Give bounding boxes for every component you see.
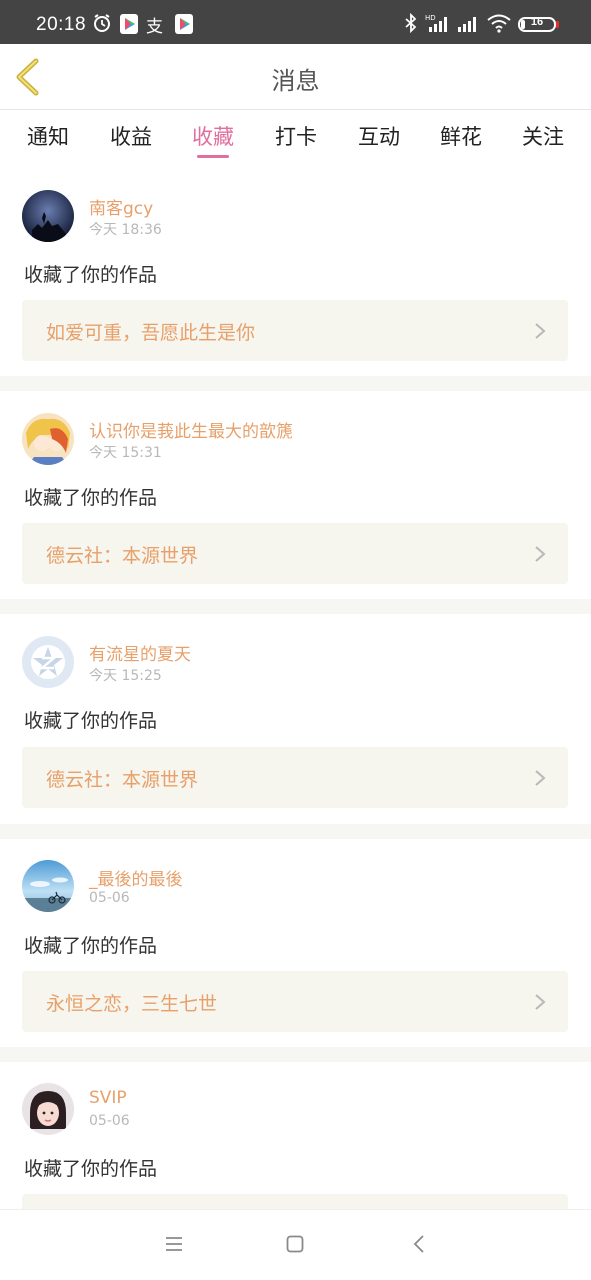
tab-follow[interactable]: 关注: [513, 121, 573, 151]
tab-earnings[interactable]: 收益: [101, 121, 161, 151]
page-title: 消息: [271, 67, 320, 95]
avatar[interactable]: [22, 636, 74, 688]
alarm-icon: [94, 14, 110, 32]
zhifubao-icon: 支: [146, 17, 163, 37]
signal-icon: [458, 17, 476, 32]
play-store-icon: [120, 14, 138, 34]
hd-signal-icon: HD: [425, 14, 447, 32]
play-store-icon: [175, 14, 193, 34]
status-time: 20:18: [36, 14, 87, 35]
tab-checkin[interactable]: 打卡: [266, 121, 326, 151]
username[interactable]: _最後的最後: [89, 865, 183, 890]
work-link[interactable]: 德云社：本源世界: [22, 747, 568, 808]
timestamp: 05-06: [89, 1113, 130, 1129]
message-card: 认识你是莪此生最大的歆篪 今天 15:31 收藏了你的作品 德云社：本源世界: [0, 391, 591, 599]
timestamp: 今天 18:36: [89, 222, 162, 238]
work-title: 德云社：本源世界: [46, 545, 199, 567]
action-text: 收藏了你的作品: [24, 710, 158, 732]
tab-bar: 通知 收益 收藏 打卡 互动 鲜花 关注: [0, 110, 591, 168]
avatar[interactable]: [22, 860, 74, 912]
status-bar: 20:18 支 HD 16: [0, 0, 591, 44]
action-text: 收藏了你的作品: [24, 1158, 158, 1180]
chevron-right-icon: [535, 546, 546, 562]
active-tab-indicator: [197, 155, 229, 158]
action-text: 收藏了你的作品: [24, 264, 158, 286]
bluetooth-icon: [405, 13, 417, 33]
message-card: 南客gcy 今天 18:36 收藏了你的作品 如爱可重，吾愿此生是你: [0, 168, 591, 376]
username[interactable]: 南客gcy: [89, 194, 153, 219]
timestamp: 今天 15:31: [89, 445, 162, 461]
work-title: 永恒之恋，三生七世: [46, 993, 218, 1015]
system-nav-bar: [0, 1209, 591, 1280]
wifi-icon: [487, 14, 511, 33]
avatar[interactable]: [22, 190, 74, 242]
work-link[interactable]: 德云社：本源世界: [22, 523, 568, 584]
action-text: 收藏了你的作品: [24, 935, 158, 957]
chevron-right-icon: [535, 994, 546, 1010]
username[interactable]: 有流星的夏天: [89, 640, 191, 665]
battery-icon: 16: [518, 16, 556, 32]
timestamp: 05-06: [89, 890, 130, 906]
message-card: SVIP 05-06 收藏了你的作品: [0, 1062, 591, 1209]
svg-text:HD: HD: [425, 14, 436, 22]
battery-level: 16: [530, 16, 544, 28]
tab-flowers[interactable]: 鲜花: [431, 121, 491, 151]
work-link[interactable]: [22, 1194, 568, 1209]
avatar[interactable]: [22, 413, 74, 465]
tab-notice[interactable]: 通知: [18, 121, 78, 151]
header: 消息: [0, 44, 591, 110]
work-link[interactable]: 如爱可重，吾愿此生是你: [22, 300, 568, 361]
username[interactable]: SVIP: [89, 1088, 127, 1108]
username[interactable]: 认识你是莪此生最大的歆篪: [89, 417, 293, 442]
message-card: _最後的最後 05-06 收藏了你的作品 永恒之恋，三生七世: [0, 839, 591, 1047]
tab-favorites[interactable]: 收藏: [183, 121, 243, 151]
timestamp: 今天 15:25: [89, 668, 162, 684]
work-title: 德云社：本源世界: [46, 769, 199, 791]
divider: [0, 824, 591, 839]
action-text: 收藏了你的作品: [24, 487, 158, 509]
menu-icon[interactable]: [164, 1234, 184, 1254]
chevron-right-icon: [535, 770, 546, 786]
tab-interaction[interactable]: 互动: [349, 121, 409, 151]
divider: [0, 599, 591, 614]
back-triangle-icon[interactable]: [410, 1234, 430, 1254]
home-square-icon[interactable]: [285, 1234, 305, 1254]
avatar[interactable]: [22, 1083, 74, 1135]
divider: [0, 376, 591, 391]
message-card: 有流星的夏天 今天 15:25 收藏了你的作品 德云社：本源世界: [0, 614, 591, 824]
battery-tip: [556, 21, 559, 28]
divider: [0, 1047, 591, 1062]
chevron-right-icon: [535, 323, 546, 339]
work-link[interactable]: 永恒之恋，三生七世: [22, 971, 568, 1032]
work-title: 如爱可重，吾愿此生是你: [46, 322, 256, 344]
